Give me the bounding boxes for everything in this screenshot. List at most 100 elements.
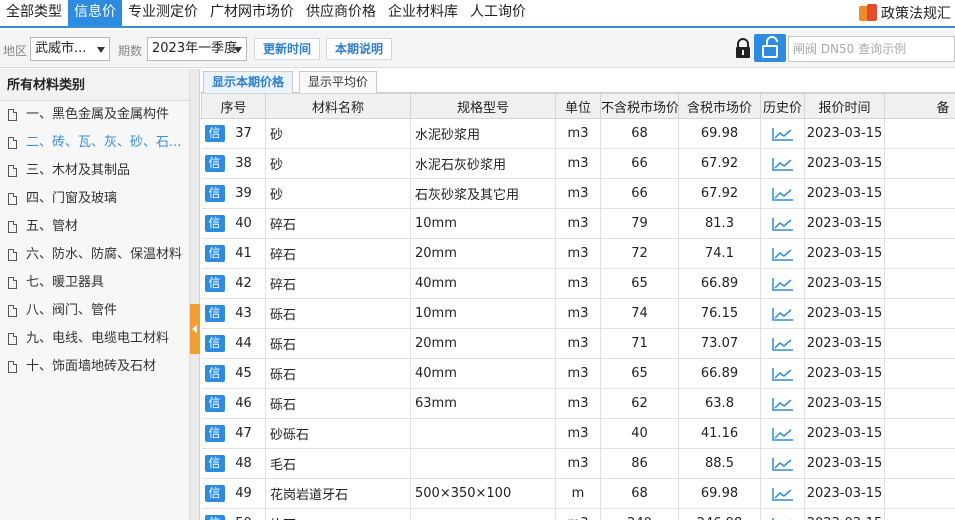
table-row[interactable]: 信 42 碎石 40mm m3 65 66.89 2023-03-15 [201,268,955,299]
period-select[interactable]: 2023年一季度 [147,37,247,61]
history-price[interactable] [760,118,805,149]
info-badge[interactable]: 信 [204,425,225,442]
table-row[interactable]: 信 40 碎石 10mm m3 79 81.3 2023-03-15 [201,208,955,239]
info-badge[interactable]: 信 [204,365,225,382]
nav-tab-4[interactable]: 供应商价格 [300,0,382,26]
info-badge[interactable]: 信 [204,245,225,262]
period-note-button[interactable]: 本期说明 [326,38,393,60]
history-price[interactable] [760,298,805,329]
info-badge[interactable]: 信 [204,515,225,520]
history-chart-icon[interactable] [771,517,794,520]
search-input[interactable]: 闸阀 DN50 查询示例 [788,36,955,62]
nav-tab-5[interactable]: 企业材料库 [382,0,464,26]
column-header[interactable]: 备 [884,93,955,119]
column-header[interactable]: 序号 [201,93,266,119]
sidebar-item-7[interactable]: 八、阀门、管件 [0,297,189,325]
column-header[interactable]: 报价时间 [804,93,885,119]
row-number: 40 [235,216,252,231]
nav-tab-3[interactable]: 广材网市场价 [204,0,300,26]
history-chart-icon[interactable] [771,187,794,201]
tab-average-price[interactable]: 显示平均价 [299,71,378,93]
history-price[interactable] [760,448,805,479]
table-row[interactable]: 信 44 砾石 20mm m3 71 73.07 2023-03-15 [201,328,955,359]
column-header[interactable]: 不含税市场价 [600,93,679,119]
history-price[interactable] [760,508,805,520]
info-badge[interactable]: 信 [204,485,225,502]
row-number-cell: 信50 [201,508,266,520]
history-price[interactable] [760,418,805,449]
history-price[interactable] [760,268,805,299]
table-row[interactable]: 信 49 花岗岩道牙石 500×350×100 m 68 69.98 2023-03-15 [201,478,955,509]
table-row[interactable]: 信50片石 m3240246.98 2023-03-15 [201,508,955,520]
column-header[interactable]: 单位 [555,93,601,119]
history-chart-icon[interactable] [771,427,794,441]
history-chart-icon[interactable] [771,397,794,411]
history-chart-icon[interactable] [771,247,794,261]
sidebar-item-5[interactable]: 六、防水、防腐、保温材料 [0,241,189,269]
table-row[interactable]: 信 39 砂石灰砂浆及其它用 m3 66 67.92 2023-03-15 [201,178,955,209]
info-badge[interactable]: 信 [204,125,225,142]
info-badge[interactable]: 信 [204,275,225,292]
sidebar-item-8[interactable]: 九、电线、电缆电工材料 [0,325,189,353]
info-badge[interactable]: 信 [204,155,225,172]
splitter[interactable] [190,69,200,520]
history-price[interactable] [760,478,805,509]
column-header[interactable]: 历史价 [760,93,805,119]
tab-current-price[interactable]: 显示本期价格 [203,71,294,93]
info-badge[interactable]: 信 [204,215,225,232]
sidebar-item-2[interactable]: 三、木材及其制品 [0,157,189,185]
price-incl-tax: 67.92 [678,178,761,209]
info-badge[interactable]: 信 [204,455,225,472]
table-row[interactable]: 信 38 砂水泥石灰砂浆用 m3 66 67.92 2023-03-15 [201,148,955,179]
history-price[interactable] [760,388,805,419]
table-row[interactable]: 信 41 碎石 20mm m3 72 74.1 2023-03-15 [201,238,955,269]
table-row[interactable]: 信 47 砂砾石 m3 40 41.16 2023-03-15 [201,418,955,449]
unit: m3 [555,148,601,179]
info-badge[interactable]: 信 [204,185,225,202]
sidebar-item-9[interactable]: 十、饰面墙地砖及石材 [0,353,189,381]
sidebar-item-4[interactable]: 五、管材 [0,213,189,241]
table-row[interactable]: 信 37 砂水泥砂浆用 m3 68 69.98 2023-03-15 [201,118,955,149]
history-chart-icon[interactable] [771,127,794,141]
nav-tab-6[interactable]: 人工询价 [464,0,532,26]
nav-tab-0[interactable]: 全部类型 [0,0,68,26]
table-row[interactable]: 信 48 毛石 m3 86 88.5 2023-03-15 [201,448,955,479]
column-header[interactable]: 规格型号 [410,93,556,119]
column-header[interactable]: 含税市场价 [678,93,761,119]
sidebar-item-3[interactable]: 四、门窗及玻璃 [0,185,189,213]
history-price[interactable] [760,358,805,389]
history-chart-icon[interactable] [771,217,794,231]
region-select[interactable]: 武威市... [30,37,110,61]
column-header[interactable]: 材料名称 [265,93,411,119]
policy-link[interactable]: 政策法规汇 [859,0,955,26]
history-chart-icon[interactable] [771,457,794,471]
table-row[interactable]: 信 45 砾石 40mm m3 65 66.89 2023-03-15 [201,358,955,389]
lock-icon[interactable] [733,38,753,60]
history-price[interactable] [760,208,805,239]
history-chart-icon[interactable] [771,307,794,321]
table-row[interactable]: 信 43 砾石 10mm m3 74 76.15 2023-03-15 [201,298,955,329]
history-chart-icon[interactable] [771,337,794,351]
info-badge[interactable]: 信 [204,335,225,352]
sidebar-item-1[interactable]: 二、砖、瓦、灰、砂、石... [0,129,189,157]
info-badge[interactable]: 信 [204,395,225,412]
info-badge[interactable]: 信 [204,305,225,322]
history-price[interactable] [760,148,805,179]
remark [884,298,955,329]
price-incl-tax: 63.8 [678,388,761,419]
history-chart-icon[interactable] [771,487,794,501]
history-chart-icon[interactable] [771,367,794,381]
nav-tab-2[interactable]: 专业测定价 [122,0,204,26]
nav-tab-1[interactable]: 信息价 [68,0,122,26]
unlock-button[interactable] [754,34,786,62]
history-chart-icon[interactable] [771,157,794,171]
sidebar-item-0[interactable]: 一、黑色金属及金属构件 [0,101,189,129]
history-price[interactable] [760,178,805,209]
update-time-button[interactable]: 更新时间 [254,38,321,60]
history-price[interactable] [760,238,805,269]
collapse-sidebar-handle[interactable] [190,304,200,354]
sidebar-item-6[interactable]: 七、暖卫器具 [0,269,189,297]
history-price[interactable] [760,328,805,359]
history-chart-icon[interactable] [771,277,794,291]
table-row[interactable]: 信 46 砾石 63mm m3 62 63.8 2023-03-15 [201,388,955,419]
